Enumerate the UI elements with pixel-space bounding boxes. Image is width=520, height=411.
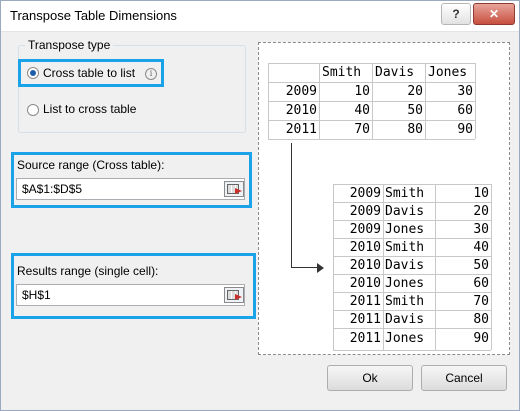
list-name-cell: Smith bbox=[385, 186, 425, 201]
cross-value-cell: 90 bbox=[457, 122, 473, 137]
list-value-cell: 10 bbox=[473, 186, 489, 201]
ok-button[interactable]: Ok bbox=[327, 365, 413, 391]
transpose-type-legend: Transpose type bbox=[25, 38, 114, 52]
preview-panel: Smith Davis Jones 2009 10 20 30 2010 40 … bbox=[258, 42, 510, 355]
list-value-cell: 70 bbox=[473, 294, 489, 309]
list-year-cell: 2010 bbox=[349, 258, 381, 273]
option-label-list-to-cross[interactable]: List to cross table bbox=[43, 102, 136, 116]
select-range-icon[interactable] bbox=[224, 287, 244, 303]
list-name-cell: Jones bbox=[385, 222, 425, 237]
list-value-cell: 30 bbox=[473, 222, 489, 237]
results-range-value: $H$1 bbox=[22, 288, 51, 302]
radio-list-to-cross-table[interactable] bbox=[27, 104, 39, 116]
radio-cross-table-to-list[interactable] bbox=[27, 67, 39, 79]
list-name-cell: Davis bbox=[385, 258, 425, 273]
list-name-cell: Davis bbox=[385, 204, 425, 219]
list-name-cell: Jones bbox=[385, 276, 425, 291]
title-bar: Transpose Table Dimensions ? ✕ bbox=[1, 1, 519, 32]
list-name-cell: Smith bbox=[385, 240, 425, 255]
cross-value-cell: 20 bbox=[407, 84, 423, 99]
flow-line bbox=[291, 143, 292, 268]
info-icon[interactable]: i bbox=[145, 68, 157, 80]
list-name-cell: Jones bbox=[385, 331, 425, 346]
arrow-right-icon bbox=[317, 263, 324, 273]
results-range-input[interactable]: $H$1 bbox=[16, 284, 245, 306]
flow-line bbox=[291, 267, 317, 268]
list-value-cell: 80 bbox=[473, 312, 489, 327]
close-button[interactable]: ✕ bbox=[473, 3, 515, 25]
cross-header-cell: Jones bbox=[428, 65, 468, 80]
list-value-cell: 50 bbox=[473, 258, 489, 273]
cross-header-cell: Smith bbox=[322, 65, 362, 80]
list-value-cell: 40 bbox=[473, 240, 489, 255]
results-range-label: Results range (single cell): bbox=[17, 264, 159, 278]
cross-value-cell: 30 bbox=[457, 84, 473, 99]
list-year-cell: 2010 bbox=[349, 240, 381, 255]
window-title: Transpose Table Dimensions bbox=[10, 8, 177, 23]
cross-year-cell: 2009 bbox=[285, 84, 317, 99]
cross-value-cell: 10 bbox=[354, 84, 370, 99]
list-year-cell: 2009 bbox=[349, 186, 381, 201]
help-button[interactable]: ? bbox=[441, 3, 471, 25]
list-year-cell: 2011 bbox=[349, 294, 381, 309]
option-label-cross-to-list[interactable]: Cross table to list bbox=[43, 66, 135, 80]
list-value-cell: 90 bbox=[473, 331, 489, 346]
list-name-cell: Smith bbox=[385, 294, 425, 309]
cross-value-cell: 70 bbox=[354, 122, 370, 137]
source-range-label: Source range (Cross table): bbox=[17, 158, 165, 172]
cross-year-cell: 2010 bbox=[285, 103, 317, 118]
cross-value-cell: 80 bbox=[407, 122, 423, 137]
list-year-cell: 2011 bbox=[349, 331, 381, 346]
cross-value-cell: 40 bbox=[354, 103, 370, 118]
dialog-window: Transpose Table Dimensions ? ✕ Transpose… bbox=[0, 0, 520, 411]
list-year-cell: 2010 bbox=[349, 276, 381, 291]
list-name-cell: Davis bbox=[385, 312, 425, 327]
cancel-button[interactable]: Cancel bbox=[421, 365, 507, 391]
list-year-cell: 2011 bbox=[349, 312, 381, 327]
select-range-icon[interactable] bbox=[224, 181, 244, 197]
list-value-cell: 60 bbox=[473, 276, 489, 291]
list-year-cell: 2009 bbox=[349, 222, 381, 237]
cross-year-cell: 2011 bbox=[285, 122, 317, 137]
cross-header-cell: Davis bbox=[375, 65, 415, 80]
cross-value-cell: 50 bbox=[407, 103, 423, 118]
source-range-value: $A$1:$D$5 bbox=[22, 182, 83, 196]
list-value-cell: 20 bbox=[473, 204, 489, 219]
list-year-cell: 2009 bbox=[349, 204, 381, 219]
cross-value-cell: 60 bbox=[457, 103, 473, 118]
source-range-input[interactable]: $A$1:$D$5 bbox=[16, 178, 245, 200]
